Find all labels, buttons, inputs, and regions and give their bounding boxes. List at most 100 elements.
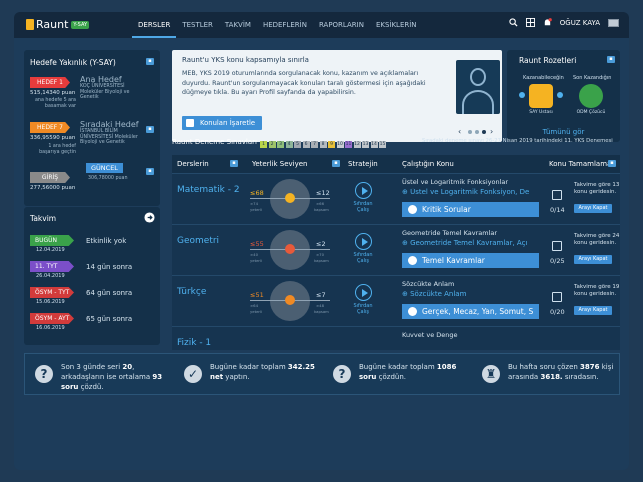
arrow-right-icon[interactable] [144,212,155,223]
info-icon[interactable]: ▪ [608,160,616,167]
info-icon[interactable]: ▪ [146,168,154,175]
mark-topics-button[interactable]: Konuları İşaretle [182,116,262,130]
info-icon[interactable]: ▪ [230,160,238,167]
calendar-text: 65 gün sonra [86,315,133,323]
gauge-left-sub: ≈40 [250,252,259,257]
nav-dersler[interactable]: DERSLER [132,12,177,38]
topic-button-label: Temel Kavramlar [422,256,485,265]
badge-odm-icon[interactable] [579,84,603,108]
search-icon[interactable] [509,18,518,27]
table-row[interactable]: Matematik - 2 ≤68 ≤12 ≈74 ≈66 yeterli kapsam Sı… [172,173,620,224]
exam-number[interactable]: 5 [294,141,301,148]
carousel-dot[interactable] [468,130,472,134]
strategy-button[interactable]: Sıfırdan Çalış [348,233,378,264]
all-badges-link[interactable]: Tümünü gör [507,128,620,136]
banner-title: Raunt'u YKS konu kapsamıyla sınırla [182,56,309,64]
stat-card: ? Son 3 günde seri 20, arkadaşların ise o… [25,354,174,396]
lesson-name[interactable]: Fizik - 1 [177,338,211,348]
close-gap-button[interactable]: Arayı Kapat [574,255,612,264]
grid-icon[interactable] [525,18,535,27]
stat-icon: ? [35,365,53,383]
calendar-icon [552,292,562,302]
nav-hedeflerin[interactable]: HEDEFLERİN [257,12,313,38]
bell-icon[interactable] [543,18,552,27]
badge-arrow-icon[interactable] [519,92,525,98]
level-gauge: ≤55 ≤2 ≈40 ≈70 yeterli kapsam [248,230,334,270]
next-icon[interactable]: › [490,127,493,136]
table-row[interactable]: Fizik - 1 Kuvvet ve Denge [172,326,620,350]
calendar-tag: 11. TYT [30,261,74,272]
nav-raporlarin[interactable]: RAPORLARIN [313,12,370,38]
completion-count: 0/14 [550,206,565,214]
goal-title: Ana Hedef [80,75,122,84]
lesson-name[interactable]: Geometri [177,236,219,246]
close-gap-button[interactable]: Arayı Kapat [574,306,612,315]
calendar-item[interactable]: BUGÜN 12.04.2019 Etkinlik yok [30,235,126,255]
topic-button-label: Kritik Sorular [422,205,471,214]
goal-sub: İSTANBUL BİLİM ÜNİVERSİTESİ Moleküler Bi… [80,129,138,145]
topic-button-icon [408,205,417,214]
info-icon[interactable]: ▪ [607,56,615,63]
badge-arrow-icon[interactable] [557,92,563,98]
flag-icon[interactable] [608,18,619,27]
topic-action-button[interactable]: Kritik Sorular [402,202,539,217]
strategy-button[interactable]: Sıfırdan Çalış [348,182,378,213]
badges-right-label: Son Kazandığın [573,75,612,81]
subtopic-link[interactable]: ⊕ Sözcükte Anlam [402,290,539,298]
stat-post: çözdü. [78,383,104,391]
exam-number[interactable]: 3 [277,141,284,148]
prev-icon[interactable]: ‹ [458,127,461,136]
carousel-dots[interactable] [468,130,486,134]
exam-number[interactable]: 2 [268,141,276,148]
subtopic-link[interactable]: ⊕ Geometride Temel Kavramlar, Açı [402,239,539,247]
topic-cell: Üstel ve Logaritmik Fonksiyonlar ⊕ Üstel … [402,178,539,217]
nav-takvim[interactable]: TAKVİM [219,12,257,38]
exam-number[interactable]: 10 [336,141,344,148]
table-row[interactable]: Geometri ≤55 ≤2 ≈40 ≈70 yeterli kapsam Sıfırdan… [172,224,620,275]
exam-number[interactable]: 6 [302,141,310,148]
lesson-name[interactable]: Matematik - 2 [177,185,240,195]
top-bar: Raunt Y-SAY DERSLER TESTLER TAKVİM HEDEF… [14,12,629,38]
carousel-dot[interactable] [482,130,486,134]
calendar-icon [552,241,562,251]
strategy-label: Sıfırdan Çalış [353,201,373,213]
nav-testler[interactable]: TESTLER [176,12,219,38]
stat-post: sıradasın. [562,373,599,381]
topic-cell: Sözcükte Anlam ⊕ Sözcükte Anlam Gerçek, Me… [402,280,539,319]
badge-say-icon[interactable] [529,84,553,108]
subtopic-link[interactable]: ⊕ Üstel ve Logaritmik Fonksiyon, De [402,188,539,196]
exam-number[interactable]: 11 [345,141,352,148]
gauge-left-value: ≤55 [250,240,264,248]
info-icon[interactable]: ▪ [146,58,154,65]
info-icon[interactable]: ▪ [332,160,340,167]
gauge-dot [285,244,295,254]
exam-number[interactable]: 15 [379,141,386,148]
info-icon[interactable]: ▪ [146,126,154,133]
topic-action-button[interactable]: Gerçek, Mecaz, Yan, Somut, S [402,304,539,319]
avatar-placeholder [456,60,500,114]
calendar-item[interactable]: ÖSYM - AYT 16.06.2019 65 gün sonra [30,313,132,333]
calendar-item[interactable]: ÖSYM - TYT 15.06.2019 64 gün sonra [30,287,132,307]
nav-eksiklerin[interactable]: EKSİKLERİN [370,12,423,38]
exam-number[interactable]: 1 [260,141,267,148]
exam-number[interactable]: 4 [285,141,293,148]
close-gap-button[interactable]: Arayı Kapat [574,204,612,213]
table-row[interactable]: Türkçe ≤51 ≤7 ≈64 ≈48 yeterli kapsam Sıfırdan Ç… [172,275,620,326]
topic-action-button[interactable]: Temel Kavramlar [402,253,539,268]
exam-number[interactable]: 9 [328,141,335,148]
exam-number[interactable]: 13 [362,141,369,148]
strategy-button[interactable]: Sıfırdan Çalış [348,284,378,315]
user-name[interactable]: OĞUZ KAYA [560,19,600,27]
calendar-icon [552,190,562,200]
calendar-item[interactable]: 11. TYT 26.04.2019 14 gün sonra [30,261,132,281]
exam-number[interactable]: 7 [311,141,318,148]
exam-number[interactable]: 12 [353,141,361,148]
exam-number[interactable]: 14 [370,141,378,148]
carousel-dot[interactable] [475,130,479,134]
exam-number[interactable]: 8 [319,141,327,148]
stat-pre: Bugüne kadar toplam [210,363,288,371]
logo-icon [26,19,34,30]
gauge-right-value: ≤7 [316,291,326,299]
lesson-name[interactable]: Türkçe [177,287,206,297]
logo[interactable]: Raunt Y-SAY [26,18,90,31]
